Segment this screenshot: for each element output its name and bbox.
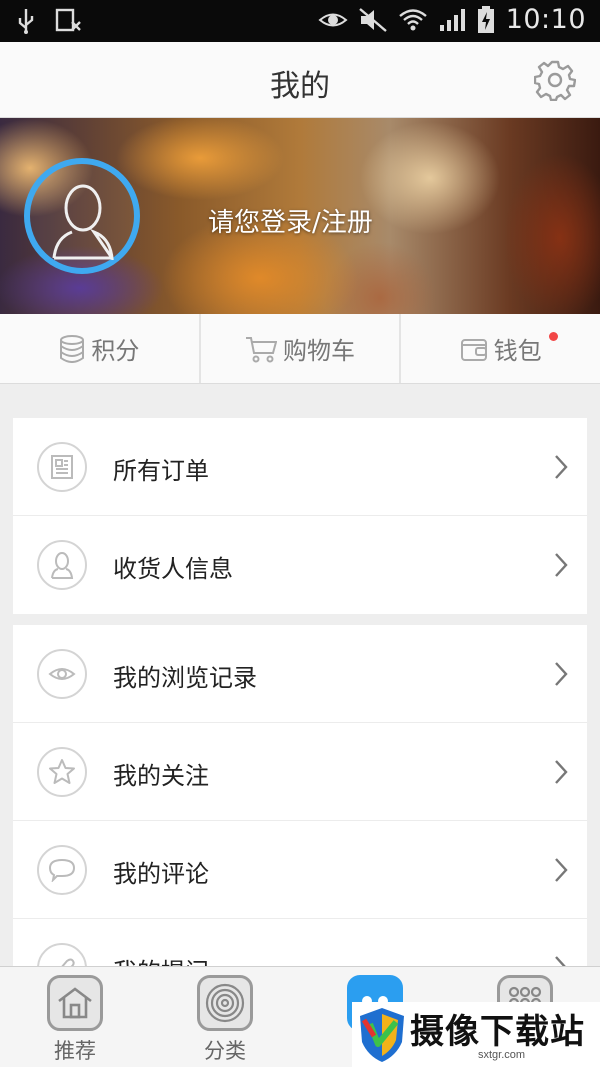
list-item-label: 我的关注	[113, 762, 209, 790]
tab-recommend[interactable]: 推荐	[25, 975, 125, 1065]
usb-icon	[18, 9, 34, 34]
comment-icon	[37, 845, 87, 895]
quick-links: 积分 购物车 钱包	[0, 314, 600, 384]
home-icon	[47, 975, 103, 1031]
default-avatar-icon	[52, 184, 114, 260]
status-bar: 10:10	[0, 0, 600, 42]
wallet-icon	[460, 338, 487, 361]
avatar[interactable]	[24, 158, 140, 274]
chevron-right-icon	[555, 662, 568, 686]
tab-label: 分类	[204, 1039, 246, 1063]
list-item-my-comments[interactable]: 我的评论	[13, 821, 587, 919]
menu-group-orders: 所有订单 收货人信息	[13, 418, 587, 614]
list-item-label: 所有订单	[113, 457, 209, 485]
person-icon	[37, 540, 87, 590]
document-icon	[37, 442, 87, 492]
list-item-browse-history[interactable]: 我的浏览记录	[13, 625, 587, 723]
list-item-label: 我的提问	[113, 952, 209, 966]
signal-icon	[439, 8, 465, 31]
cart-button[interactable]: 购物车	[198, 314, 400, 383]
target-icon	[197, 975, 253, 1031]
wallet-badge-dot	[549, 332, 559, 341]
status-time: 10:10	[505, 4, 586, 35]
mute-icon	[358, 7, 387, 32]
list-item-my-questions[interactable]: 我的提问	[13, 919, 587, 966]
wallet-label: 钱包	[493, 337, 542, 365]
list-item-label: 我的浏览记录	[113, 664, 257, 692]
star-icon	[37, 747, 87, 797]
points-button[interactable]: 积分	[0, 314, 199, 383]
tab-label: 推荐	[54, 1039, 96, 1063]
app-bar: 我的	[0, 42, 600, 118]
eye-icon	[318, 13, 348, 26]
cart-label: 购物车	[283, 337, 355, 365]
watermark-text: 摄像下载站	[410, 1012, 585, 1052]
chevron-right-icon	[555, 553, 568, 577]
eye-icon	[37, 649, 87, 699]
wallet-button[interactable]: 钱包	[399, 314, 600, 383]
list-item-my-follows[interactable]: 我的关注	[13, 723, 587, 821]
watermark-subtext: sxtgr.com	[478, 1049, 526, 1061]
database-icon	[60, 334, 85, 363]
gear-icon[interactable]	[534, 59, 576, 101]
tab-categories[interactable]: 分类	[175, 975, 275, 1065]
list-item-label: 我的评论	[113, 860, 209, 888]
list-item-label: 收货人信息	[113, 555, 233, 583]
login-register-link[interactable]: 请您登录/注册	[208, 202, 373, 239]
cart-icon	[246, 336, 277, 362]
list-item-consignee-info[interactable]: 收货人信息	[13, 516, 587, 614]
wifi-icon	[398, 8, 427, 30]
page-title: 我的	[270, 69, 330, 104]
points-label: 积分	[91, 337, 140, 365]
profile-banner: 请您登录/注册	[0, 118, 600, 314]
watermark-logo	[360, 1008, 404, 1062]
battery-charging-icon	[477, 5, 494, 33]
watermark: 摄像下载站 sxtgr.com	[352, 1002, 600, 1067]
menu-group-activity: 我的浏览记录 我的关注 我的评论 我的提问	[13, 625, 587, 966]
sim-off-icon	[55, 8, 81, 32]
list-item-all-orders[interactable]: 所有订单	[13, 418, 587, 516]
chevron-right-icon	[555, 760, 568, 784]
chevron-right-icon	[555, 858, 568, 882]
pin-icon	[37, 943, 87, 966]
chevron-right-icon	[555, 455, 568, 479]
chevron-right-icon	[555, 956, 566, 966]
